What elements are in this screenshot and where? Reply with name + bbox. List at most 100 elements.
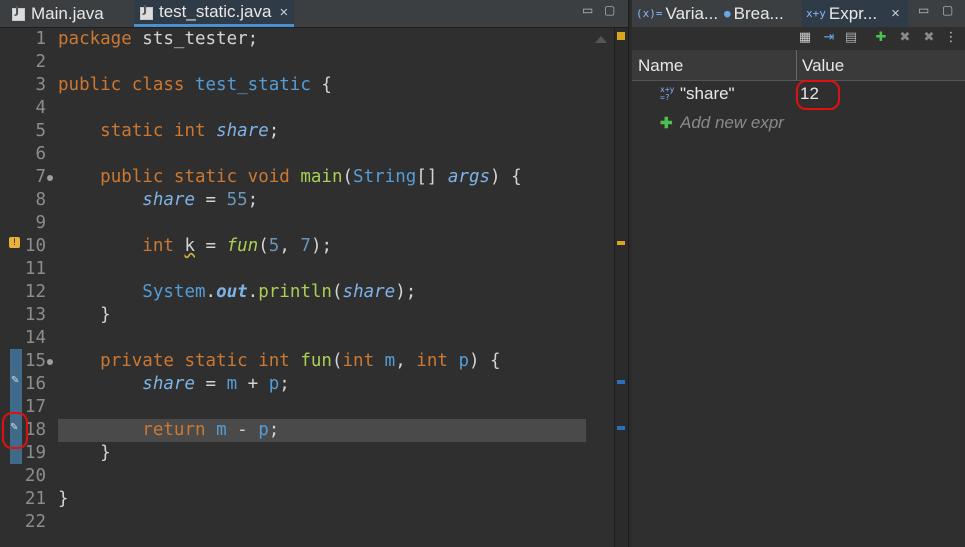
overview-debug-mark[interactable]	[617, 380, 625, 384]
code-line[interactable]: 5 static int share;	[0, 120, 586, 143]
remove-expression-icon[interactable]: ✖	[898, 31, 912, 45]
column-value[interactable]: Value	[802, 50, 844, 80]
code-line[interactable]: 1 package sts_tester;	[0, 28, 586, 51]
code-line[interactable]: 20	[0, 465, 586, 488]
code-token: {	[310, 75, 332, 95]
collapse-all-icon[interactable]: ⇥	[822, 31, 836, 45]
code-token: =	[194, 374, 227, 394]
java-file-icon	[12, 4, 25, 21]
breakpoint-wrench-icon[interactable]: ✎	[11, 376, 19, 386]
code-line[interactable]: 4	[0, 97, 586, 120]
tab-variables[interactable]: (x)= Varia...	[636, 0, 718, 27]
panel-tab-bar: (x)= Varia... ● Brea... x+y Expr... × ▭ …	[632, 0, 965, 27]
code-token: share	[216, 121, 269, 141]
tab-test-static-java[interactable]: test_static.java ×	[134, 0, 295, 27]
overview-warning-mark[interactable]	[617, 32, 625, 40]
code-token: share	[142, 374, 195, 394]
code-line[interactable]: 7 public static void main(String[] args)…	[0, 166, 586, 189]
code-line[interactable]: 19 }	[0, 442, 586, 465]
editor-tab-bar: Main.java test_static.java × ▭ ▢	[0, 0, 628, 28]
expressions-table-header: Name Value	[632, 50, 965, 81]
code-line[interactable]: 16 share = m + p;	[0, 373, 586, 396]
code-line[interactable]: 2	[0, 51, 586, 74]
annotation-circle-gutter	[2, 412, 28, 449]
overview-ruler[interactable]	[614, 28, 629, 547]
close-icon[interactable]: ×	[279, 4, 288, 21]
code-token: int	[142, 236, 185, 256]
code-line[interactable]: 13 }	[0, 304, 586, 327]
close-icon[interactable]: ×	[891, 5, 900, 22]
add-new-expression-placeholder[interactable]: Add new expr	[680, 113, 798, 133]
line-number: 2	[35, 52, 46, 72]
code-line[interactable]: 21}	[0, 488, 586, 511]
minimize-icon[interactable]: ▭	[582, 3, 593, 17]
code-token: public class	[58, 75, 195, 95]
code-token: }	[58, 489, 69, 509]
add-expression-row[interactable]: ✚ Add new expr	[632, 110, 965, 138]
code-token: test_static	[194, 75, 311, 95]
code-token: ;	[268, 121, 280, 141]
editor-vertical-area	[586, 28, 614, 547]
code-line[interactable]: 8 share = 55;	[0, 189, 586, 212]
code-token: 7	[300, 236, 311, 256]
code-line[interactable]: 17	[0, 396, 586, 419]
line-number: 6	[35, 144, 46, 164]
tab-breakpoints[interactable]: ● Brea...	[724, 0, 784, 27]
column-divider[interactable]	[796, 50, 797, 80]
tab-expressions[interactable]: x+y Expr... ×	[802, 0, 908, 27]
view-menu-icon[interactable]: ⋮	[944, 31, 958, 45]
code-token: int	[342, 351, 385, 371]
code-line[interactable]: 10 int k = fun(5, 7);	[0, 235, 586, 258]
maximize-icon[interactable]: ▢	[942, 3, 953, 17]
layout-icon[interactable]: ▤	[844, 31, 858, 45]
warning-icon[interactable]: !	[9, 237, 20, 248]
line-number: 14	[24, 328, 46, 348]
code-token: =	[195, 236, 227, 256]
line-number: 20	[24, 466, 46, 486]
code-token: String	[353, 167, 417, 187]
code-token: );	[310, 236, 333, 256]
tab-main-java[interactable]: Main.java	[12, 0, 104, 27]
tab-label: Brea...	[733, 3, 784, 23]
current-line[interactable]: 18 return m - p;	[25, 419, 586, 442]
code-token: ,	[279, 236, 301, 256]
fold-icon[interactable]	[47, 175, 53, 181]
code-line[interactable]: 6	[0, 143, 586, 166]
add-expression-icon[interactable]: ✚	[874, 31, 888, 45]
code-token: }	[58, 443, 111, 463]
code-token: package	[58, 29, 143, 49]
remove-all-icon[interactable]: ✖	[922, 31, 936, 45]
code-area[interactable]: 1 package sts_tester; 2 3 public class test_…	[0, 28, 586, 547]
code-editor[interactable]: Main.java test_static.java × ▭ ▢ 1 packag…	[0, 0, 629, 547]
code-line[interactable]: 3 public class test_static {	[0, 74, 586, 97]
column-name[interactable]: Name	[638, 50, 683, 80]
code-text: public static void main(String[] args) {	[58, 166, 521, 189]
code-line[interactable]: 15 private static int fun(int m, int p) …	[0, 350, 586, 373]
code-text: package sts_tester;	[58, 28, 258, 51]
overview-debug-mark[interactable]	[617, 426, 625, 430]
line-number: 15	[24, 351, 46, 371]
scroll-up-icon[interactable]	[595, 36, 607, 43]
code-token: (	[258, 236, 269, 256]
code-token: 55	[226, 190, 248, 210]
code-line[interactable]: 11	[0, 258, 586, 281]
code-line[interactable]: 14	[0, 327, 586, 350]
code-token: m	[384, 351, 396, 371]
overview-warning-mark[interactable]	[617, 241, 625, 245]
show-type-names-icon[interactable]: ▦	[798, 31, 812, 45]
code-line[interactable]: 12 System.out.println(share);	[0, 281, 586, 304]
code-token: System	[142, 282, 206, 302]
minimize-icon[interactable]: ▭	[918, 3, 929, 17]
code-line[interactable]: 22	[0, 511, 586, 534]
maximize-icon[interactable]: ▢	[604, 3, 615, 17]
line-number: 10	[24, 236, 46, 256]
add-icon: ✚	[660, 115, 673, 132]
code-text: int k = fun(5, 7);	[58, 235, 332, 258]
code-token: }	[58, 305, 111, 325]
fold-icon[interactable]	[47, 359, 53, 365]
code-line[interactable]: 9	[0, 212, 586, 235]
code-token: share	[342, 282, 396, 302]
expressions-view: (x)= Varia... ● Brea... x+y Expr... × ▭ …	[632, 0, 965, 547]
